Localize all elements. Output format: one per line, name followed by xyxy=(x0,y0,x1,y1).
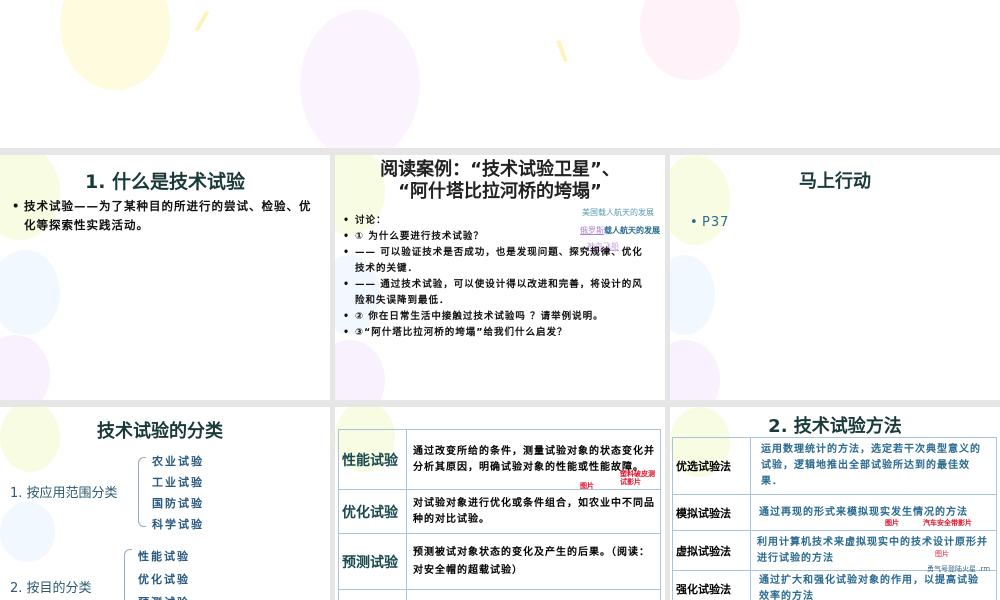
balloon-decoration xyxy=(640,0,740,80)
bullet: P37 xyxy=(690,213,729,232)
slide-title: 马上行动 xyxy=(799,171,871,192)
category-item: 科学试验 xyxy=(152,518,204,531)
bullet: ① 为什么要进行技术试验？ xyxy=(343,229,643,245)
slide-thumbnail-2[interactable]: 阅读案例：“技术试验卫星”、 “阿什塔比拉河桥的垮塌” 美国载人航天的发展 俄罗斯… xyxy=(335,155,665,400)
slide-thumbnail-6[interactable]: 2. 技术试验方法 优选试验法 运用数理统计的方法，选定若干次典型意义的试验，逻辑… xyxy=(670,407,1000,600)
category-item: 优化试验 xyxy=(138,573,190,586)
category-label: 2. 按目的分类 xyxy=(10,581,92,596)
brace xyxy=(124,549,132,600)
method-name: 模拟试验法 xyxy=(672,494,751,531)
bullet: ③“阿什塔比拉河桥的垮塌”给我们什么启发？ xyxy=(343,325,643,341)
slide-thumbnail-5[interactable]: 性能试验 通过改变所给的条件，测量试验对象的状态变化并分析其原因，明确试验对象的性… xyxy=(335,407,665,600)
video-link-mars[interactable]: 勇气号登陆火星 .rm xyxy=(927,564,990,574)
slide-thumbnail-1[interactable]: 1. 什么是技术试验 技术试验——为了某种目的所进行的尝试、检验、优化等探索性实… xyxy=(0,155,330,400)
bullet: —— 通过技术试验，可以使设计得以改进和完善，将设计的风险和失误降到最低． xyxy=(343,277,643,309)
type-name: 性能试验 xyxy=(338,429,407,490)
image-link[interactable]: 图片 xyxy=(885,518,899,528)
category-item: 农业试验 xyxy=(152,455,204,468)
method-desc: 通过扩大和强化试验对象的作用，以提高试验效率的方法 xyxy=(750,570,997,600)
slide-title: 1. 什么是技术试验 xyxy=(84,171,246,193)
category-item: 性能试验 xyxy=(138,550,190,563)
slide-title: 技术试验的分类 xyxy=(97,421,223,442)
type-desc: 预测被试对象状态的变化及产生的后果。（阅读：对安全帽的超载试验） xyxy=(406,533,661,590)
image-link[interactable]: 图片 xyxy=(580,481,594,491)
method-name: 强化试验法 xyxy=(672,570,751,600)
category-item: 预测试验 xyxy=(138,591,190,600)
category-item: 国防试验 xyxy=(152,497,204,510)
balloon-decoration xyxy=(300,10,420,148)
test-types-table: 性能试验 通过改变所给的条件，测量试验对象的状态变化并分析其原因，明确试验对象的性… xyxy=(338,429,661,600)
slide-thumbnail-3[interactable]: 马上行动 P37 xyxy=(670,155,1000,400)
type-name: 预测试验 xyxy=(338,533,407,590)
video-link[interactable]: 汽车安全带影片 xyxy=(923,518,972,528)
bullet: —— 可以验证技术是否成功，也是发现问题、探究规律、优化技术的关键． xyxy=(343,245,643,277)
type-name: 优化试验 xyxy=(338,489,407,534)
method-name: 优选试验法 xyxy=(672,437,751,495)
video-link[interactable]: 塑料破皮测试影片 xyxy=(620,470,658,486)
category-label: 1. 按应用范围分类 xyxy=(10,486,118,501)
slide-title: 阅读案例：“技术试验卫星”、 “阿什塔比拉河桥的垮塌” xyxy=(380,159,620,202)
brace xyxy=(138,457,146,527)
bullet: 技术试验——为了某种目的所进行的尝试、检验、优化等探索性实践活动。 xyxy=(12,197,312,235)
bullet: 讨论： xyxy=(343,213,643,229)
category-item: 工业试验 xyxy=(152,476,204,489)
balloon-decoration xyxy=(60,0,170,90)
slide-thumbnail-0[interactable] xyxy=(0,0,1000,148)
image-link[interactable]: 图片 xyxy=(935,549,949,559)
method-desc: 运用数理统计的方法，选定若干次典型意义的试验，逻辑地推出全部试验所达到的最佳效果… xyxy=(750,437,997,495)
bullet: ② 你在日常生活中接触过技术试验吗 ？请举例说明。 xyxy=(343,309,643,325)
method-name: 虚拟试验法 xyxy=(672,530,751,571)
slide-thumbnail-4[interactable]: 技术试验的分类 1. 按应用范围分类 农业试验 工业试验 国防试验 科学试验 2… xyxy=(0,407,330,600)
slide-title: 2. 技术试验方法 xyxy=(768,416,902,437)
type-desc: 对试验对象进行优化或条件组合，如农业中不同品种的对比试验。 xyxy=(406,489,661,534)
